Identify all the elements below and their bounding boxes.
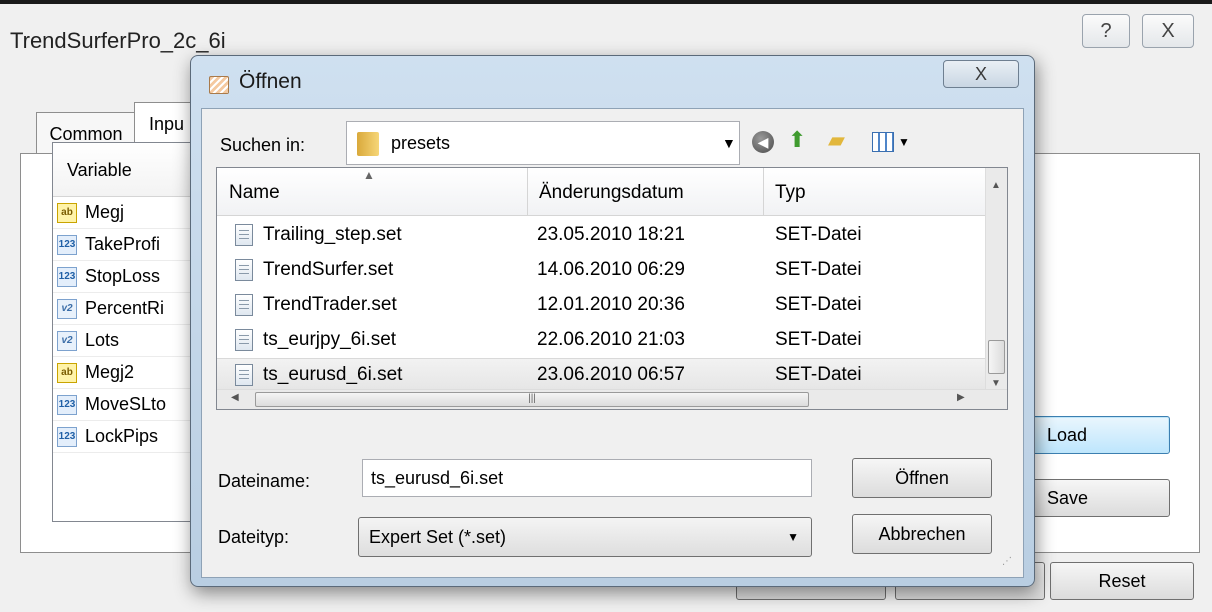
look-in-label: Suchen in: [220,135,306,155]
new-folder-icon[interactable]: ▰ [828,128,845,152]
file-row-selected[interactable]: ts_eurusd_6i.set 23.06.2010 06:57 SET-Da… [217,358,985,393]
double-type-icon: v2 [57,298,77,319]
file-date: 23.06.2010 06:57 [537,364,685,385]
file-row[interactable]: Trailing_step.set 23.05.2010 18:21 SET-D… [217,219,985,254]
file-type-label: Dateityp: [218,527,290,547]
variable-name: StopLoss [85,266,161,286]
file-type: SET-Datei [775,329,862,350]
file-icon [235,259,253,281]
open-button[interactable]: Öffnen [852,458,992,498]
variable-name: Megj [85,202,125,222]
file-date: 23.05.2010 18:21 [537,224,685,245]
column-header-date[interactable]: Änderungsdatum [539,182,684,204]
cancel-button[interactable]: Abbrechen [852,514,992,554]
integer-type-icon: 123 [57,426,77,447]
string-type-icon: ab [57,202,77,223]
file-type: SET-Datei [775,224,862,245]
file-date: 14.06.2010 06:29 [537,259,685,280]
sort-ascending-icon: ▲ [363,168,375,182]
up-folder-icon[interactable]: ⬆ [788,128,806,152]
back-icon[interactable]: ◀ [752,131,774,153]
file-row[interactable]: ts_eurjpy_6i.set 22.06.2010 21:03 SET-Da… [217,324,985,359]
file-icon [235,329,253,351]
views-menu-icon[interactable] [872,132,894,152]
file-name-label: Dateiname: [218,471,311,491]
scroll-down-icon[interactable]: ▼ [991,378,1001,389]
reset-button[interactable]: Reset [1050,562,1194,600]
file-type: SET-Datei [775,259,862,280]
file-name: ts_eurusd_6i.set [263,364,403,385]
file-list-header: ▲ Name Änderungsdatum Typ [217,168,985,216]
vertical-scroll-thumb[interactable] [988,340,1005,374]
file-name-input[interactable] [362,459,812,497]
integer-type-icon: 123 [57,234,77,255]
file-type: SET-Datei [775,294,862,315]
file-type-select[interactable]: Expert Set (*.set) ▼ [358,517,812,557]
variable-name: PercentRi [85,298,165,318]
chevron-down-icon[interactable]: ▼ [898,135,910,149]
look-in-value: presets [391,133,451,153]
dialog-app-icon [209,76,229,94]
load-button[interactable]: Load [1030,416,1170,454]
chevron-down-icon[interactable]: ▼ [722,135,736,151]
variable-name: LockPips [85,426,159,446]
scroll-up-icon[interactable]: ▲ [991,180,1001,191]
file-row[interactable]: TrendSurfer.set 14.06.2010 06:29 SET-Dat… [217,254,985,289]
help-button[interactable]: ? [1082,14,1130,48]
file-name: Trailing_step.set [263,224,402,245]
file-icon [235,224,253,246]
integer-type-icon: 123 [57,266,77,287]
file-list[interactable]: ▲ Name Änderungsdatum Typ Trailing_step.… [216,167,1008,410]
variable-name: Lots [85,330,120,350]
file-type-value: Expert Set (*.set) [369,527,507,547]
file-name: ts_eurjpy_6i.set [263,329,397,350]
double-type-icon: v2 [57,330,77,351]
file-type: SET-Datei [775,364,862,385]
dialog-close-button[interactable]: X [943,60,1019,88]
string-type-icon: ab [57,362,77,383]
column-header-type[interactable]: Typ [775,182,806,204]
variable-name: TakeProfi [85,234,161,254]
folder-icon [357,132,379,156]
file-icon [235,294,253,316]
file-row[interactable]: TrendTrader.set 12.01.2010 20:36 SET-Dat… [217,289,985,324]
file-icon [235,364,253,386]
column-header-name[interactable]: Name [229,182,280,204]
scroll-left-icon[interactable]: ◀ [231,392,239,403]
vertical-scrollbar[interactable]: ▲ ▼ [985,168,1007,389]
horizontal-scrollbar[interactable]: ◀ ||| ▶ [217,389,1007,409]
integer-type-icon: 123 [57,394,77,415]
save-button[interactable]: Save [1030,479,1170,517]
column-divider[interactable] [763,168,764,216]
close-parent-button[interactable]: X [1142,14,1194,48]
scroll-right-icon[interactable]: ▶ [957,392,965,403]
resize-grip-icon[interactable]: ⋰ [1002,556,1012,567]
horizontal-scroll-thumb[interactable]: ||| [255,392,809,407]
variable-name: MoveSLto [85,394,167,414]
file-date: 22.06.2010 21:03 [537,329,685,350]
chevron-down-icon[interactable]: ▼ [787,518,799,556]
file-name: TrendTrader.set [263,294,397,315]
variable-name: Megj2 [85,362,135,382]
column-divider[interactable] [527,168,528,216]
dialog-title: Öffnen [239,70,302,93]
file-date: 12.01.2010 20:36 [537,294,685,315]
file-name: TrendSurfer.set [263,259,394,280]
parent-window-title: TrendSurferPro_2c_6i [10,28,226,53]
look-in-dropdown[interactable]: presets [346,121,740,165]
